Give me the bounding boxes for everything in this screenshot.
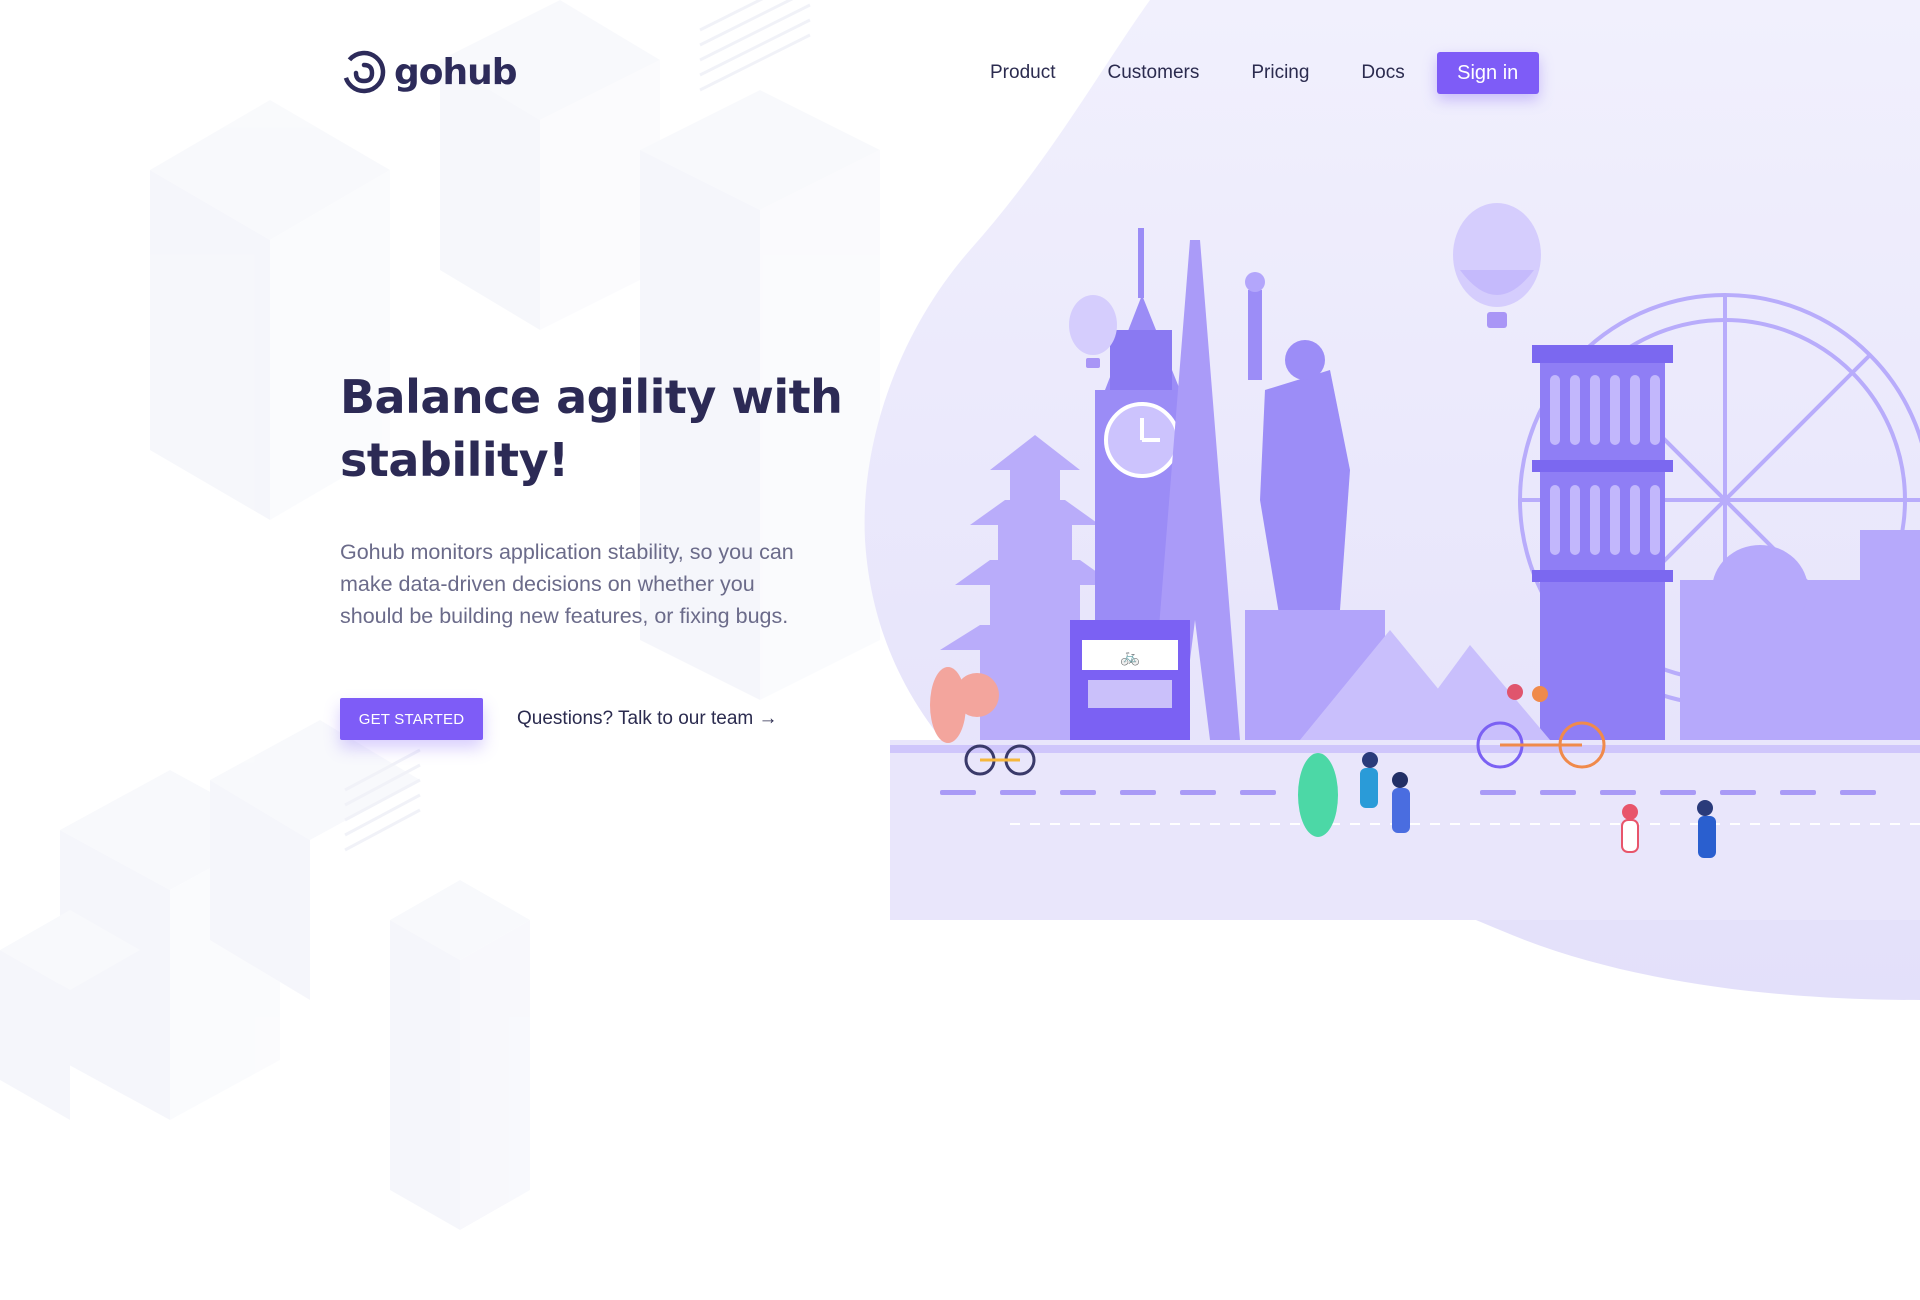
sign-in-button[interactable]: Sign in <box>1436 52 1539 94</box>
hero-title: Balance agility with stability! <box>340 366 860 492</box>
bike-shop-sign: 🚲 <box>1120 647 1140 666</box>
hero-blob <box>864 0 1920 1000</box>
nav-link-docs[interactable]: Docs <box>1361 62 1404 84</box>
gohub-logo-icon <box>342 50 386 94</box>
cta-row: GET STARTED Questions? Talk to our team … <box>340 698 900 740</box>
hero-description: Gohub monitors application stability, so… <box>340 540 794 628</box>
nav-link-product[interactable]: Product <box>990 62 1055 84</box>
nav-link-customers[interactable]: Customers <box>1107 62 1199 84</box>
get-started-button[interactable]: GET STARTED <box>340 698 483 740</box>
brand-logo[interactable]: gohub <box>340 48 518 96</box>
city-landmarks-illustration: 🚲 <box>890 203 1920 920</box>
brand-name: gohub <box>394 51 518 93</box>
hero-title-line-1: Balance agility with <box>340 370 843 424</box>
talk-to-team-link[interactable]: Questions? Talk to our team → <box>517 708 778 730</box>
background-cubes <box>0 0 880 1230</box>
nav-link-pricing[interactable]: Pricing <box>1251 62 1309 84</box>
site-header: gohub Product Customers Pricing Docs Sig… <box>0 0 1920 150</box>
hero-section: Balance agility with stability! Gohub mo… <box>340 366 860 740</box>
main-nav: Product Customers Pricing Docs Sign in <box>990 52 1539 94</box>
hero-title-line-2: stability! <box>340 433 569 487</box>
